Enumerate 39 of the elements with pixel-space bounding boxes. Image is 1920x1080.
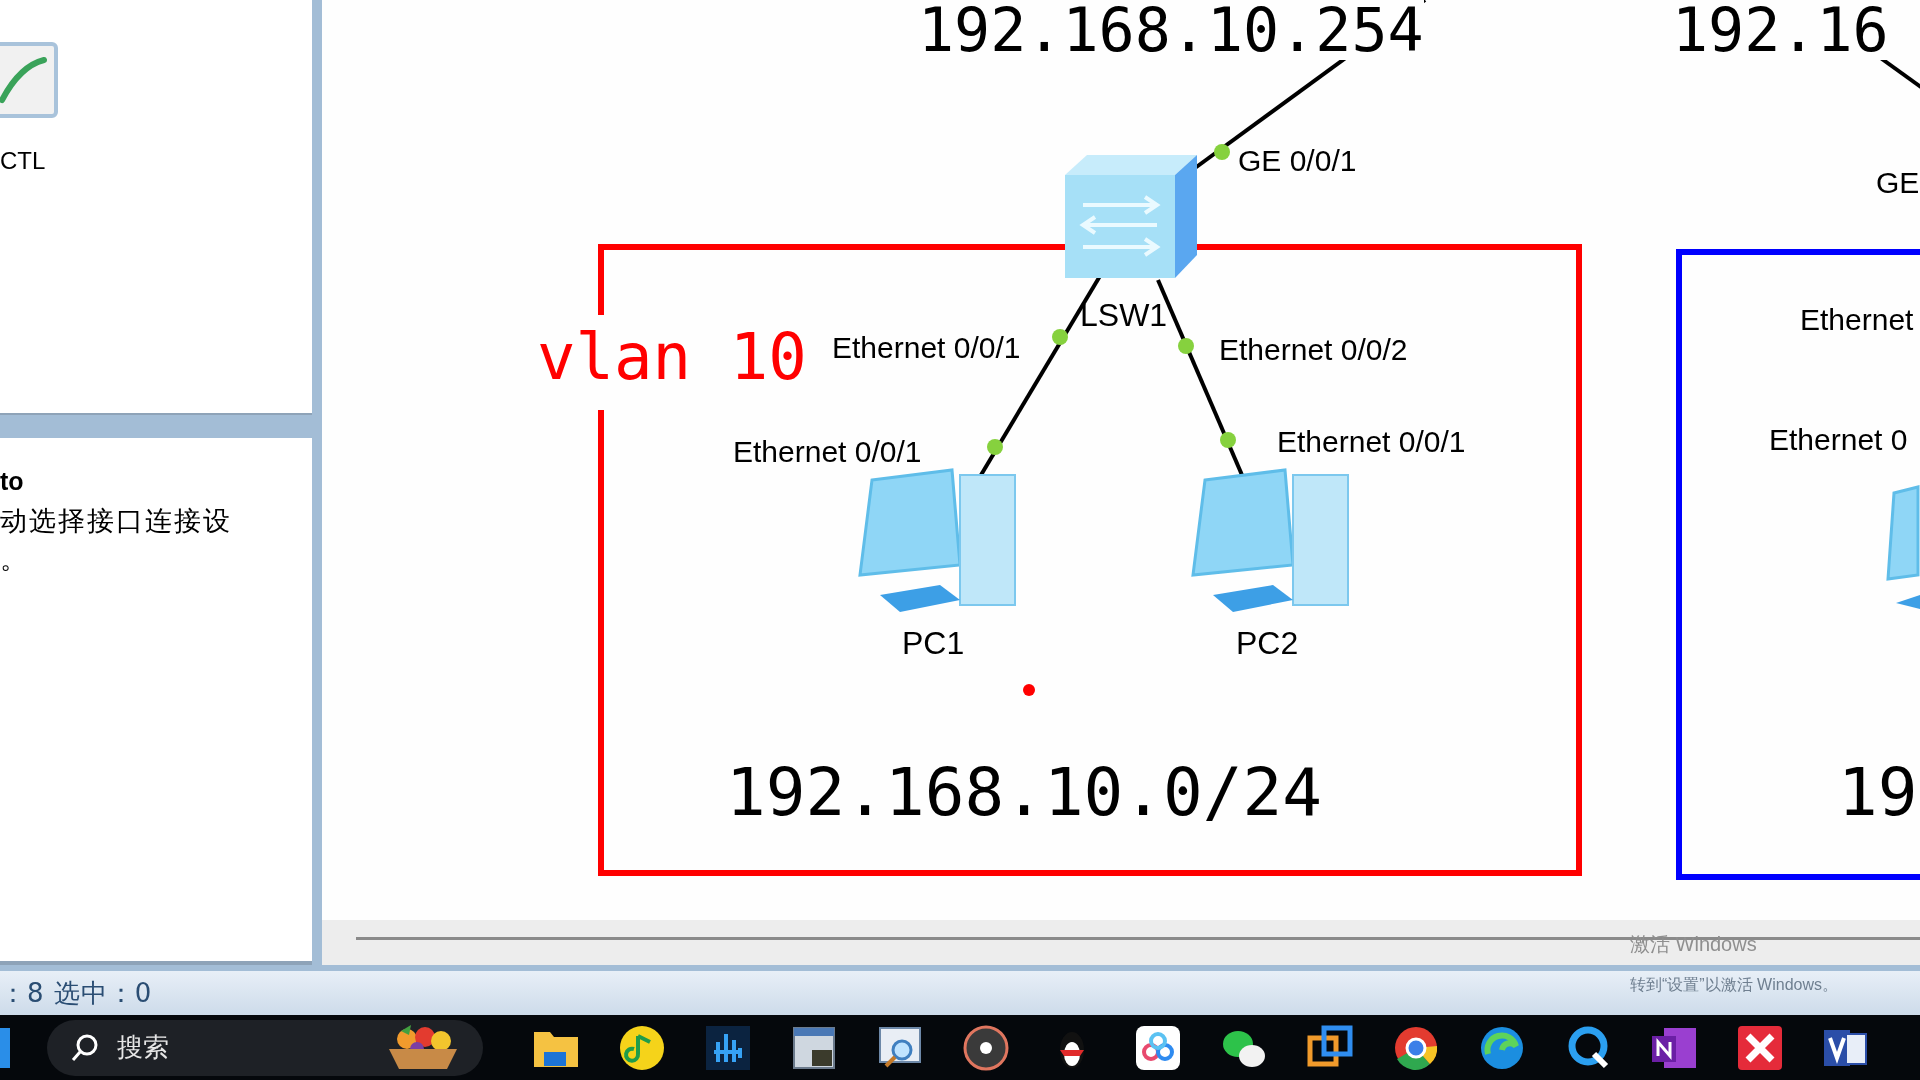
subnet-label: 19 bbox=[1838, 755, 1918, 831]
device-label: PC2 bbox=[1236, 624, 1299, 662]
computer-icon[interactable] bbox=[1886, 485, 1920, 609]
horizontal-scrollbar[interactable] bbox=[322, 920, 1920, 965]
activation-notice: 转到“设置”以激活 Windows。 bbox=[1630, 975, 1838, 995]
music-note-icon[interactable] bbox=[618, 1023, 666, 1072]
port-label: Ethernet bbox=[1800, 302, 1914, 338]
status-text: ：8 选中：0 bbox=[0, 976, 153, 1010]
x-logo-icon[interactable] bbox=[1736, 1023, 1784, 1072]
audio-bars-icon[interactable] bbox=[704, 1023, 752, 1072]
port-status-dot bbox=[1220, 432, 1236, 448]
port-label: GE 0/0/1 bbox=[1238, 143, 1357, 179]
tip-title: to bbox=[0, 466, 24, 497]
tip-text: 动选择接口连接设 bbox=[0, 505, 232, 538]
computer-icon[interactable] bbox=[858, 468, 1016, 612]
ctl-cable-icon[interactable] bbox=[0, 42, 60, 120]
port-label: Ethernet 0/0/2 bbox=[1219, 332, 1408, 368]
port-label: Ethernet 0/0/1 bbox=[832, 330, 1021, 366]
subnet-label: 192.168.10.0/24 bbox=[726, 755, 1323, 831]
port-label: Ethernet 0/0/1 bbox=[1277, 424, 1466, 460]
port-label: GE bbox=[1876, 165, 1920, 201]
search-placeholder: 搜索 bbox=[117, 1031, 169, 1064]
port-status-dot bbox=[1178, 338, 1194, 354]
marker-dot bbox=[1023, 684, 1035, 696]
computer-icon[interactable] bbox=[1191, 468, 1349, 612]
tip-text: 。 bbox=[0, 543, 30, 576]
port-status-dot bbox=[1214, 144, 1230, 160]
switch-icon[interactable] bbox=[1065, 155, 1197, 278]
device-label: LSW1 bbox=[1080, 296, 1168, 334]
port-status-dot bbox=[1052, 329, 1068, 345]
vlan-label: vlan 10 bbox=[537, 322, 807, 392]
search-box[interactable]: 搜索 bbox=[47, 1019, 483, 1076]
port-label: Ethernet 0 bbox=[1769, 422, 1908, 458]
cloud-icon[interactable] bbox=[1134, 1023, 1182, 1072]
port-label: Ethernet 0/0/1 bbox=[733, 434, 922, 470]
disc-icon[interactable] bbox=[962, 1023, 1010, 1072]
device-label: CTL bbox=[0, 146, 46, 176]
device-label: PC1 bbox=[902, 624, 965, 662]
port-status-dot bbox=[987, 439, 1003, 455]
